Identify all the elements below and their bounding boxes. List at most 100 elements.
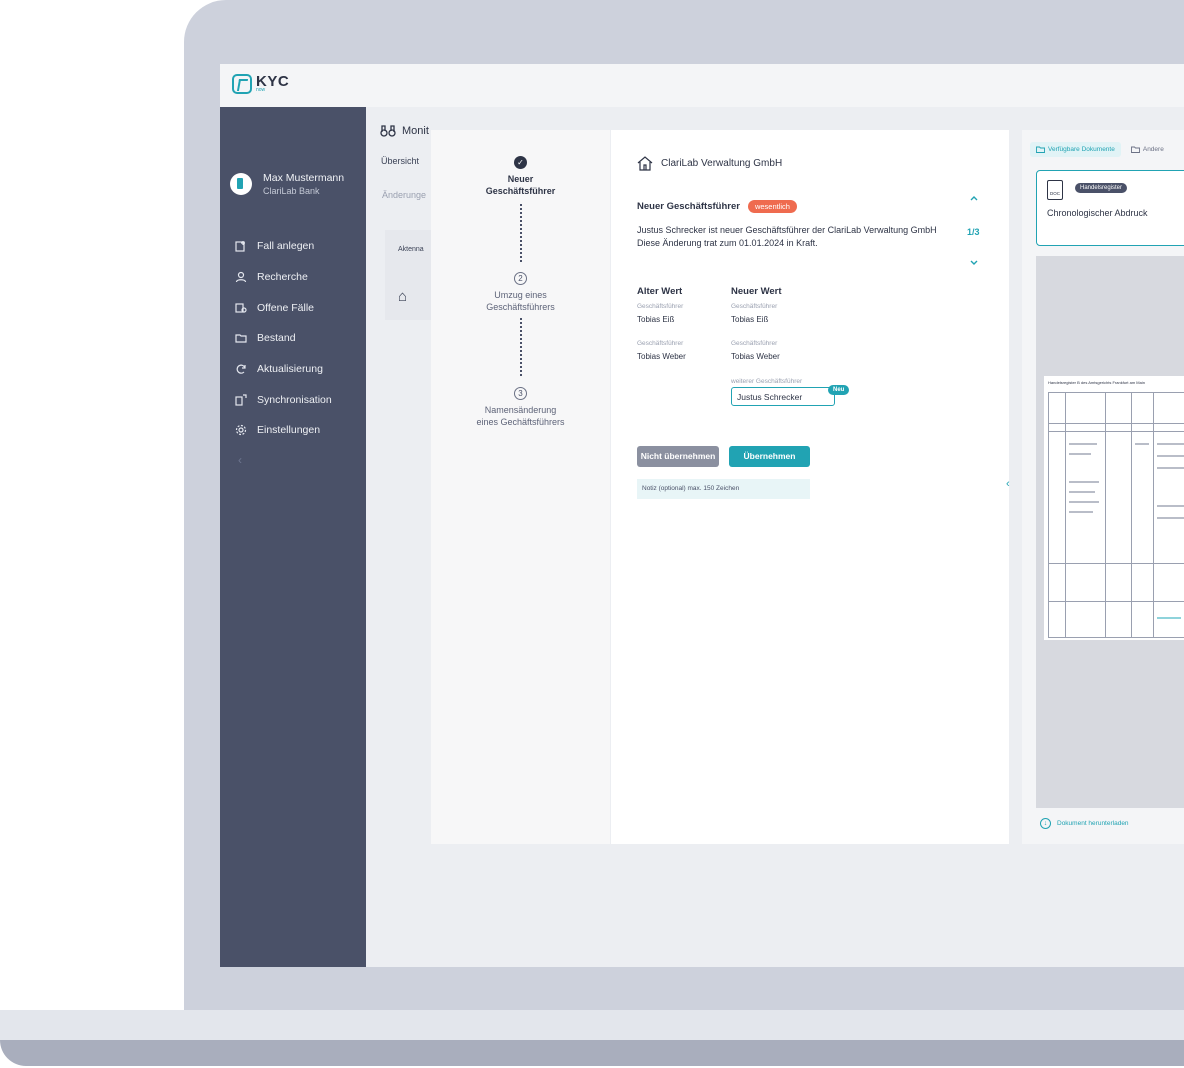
folder-icon	[1130, 146, 1140, 153]
text-line	[1069, 501, 1099, 503]
step-label-line: eines Gechäftsführers	[476, 417, 565, 427]
sidebar-item-synchronisation[interactable]: Synchronisation	[234, 384, 332, 415]
tab-available-documents[interactable]: Verfügbare Dokumente	[1030, 142, 1121, 157]
tab-other-documents[interactable]: Andere	[1130, 142, 1164, 157]
step-label: Neuer Geschäftsführer	[431, 173, 610, 197]
company-name: ClariLab Verwaltung GmbH	[661, 158, 783, 169]
chevron-down-icon[interactable]	[970, 258, 978, 269]
gear-icon	[234, 423, 248, 437]
new-manager-input[interactable]: Justus Schrecker	[731, 387, 835, 406]
app-screen: KYC now Max Mustermann ClariLab Bank Fal…	[220, 64, 1184, 967]
user-name: Max Mustermann	[263, 172, 345, 184]
text-line	[1157, 443, 1184, 445]
user-profile[interactable]: Max Mustermann ClariLab Bank	[230, 172, 344, 196]
old-values: Alter Wert Geschäftsführer Tobias Eiß Ge…	[637, 286, 727, 377]
sidebar-item-label: Fall anlegen	[257, 240, 315, 253]
chevron-left-icon[interactable]: ‹	[1006, 478, 1010, 490]
accept-button[interactable]: Übernehmen	[729, 446, 810, 467]
sidebar-item-aktualisierung[interactable]: Aktualisierung	[234, 354, 332, 385]
change-pager: 1/3	[967, 227, 980, 237]
background-column-header: Aktenna	[398, 246, 424, 253]
step-1[interactable]: ✓ Neuer Geschäftsführer	[431, 156, 610, 197]
tab-changes[interactable]: Änderunge	[382, 190, 426, 200]
field-value: Tobias Weber	[731, 352, 780, 361]
chevron-left-icon[interactable]: ‹	[238, 453, 242, 467]
new-values: Neuer Wert Geschäftsführer Tobias Eiß Ge…	[731, 286, 821, 377]
sidebar-item-recherche[interactable]: Recherche	[234, 262, 332, 293]
sidebar-item-label: Einstellungen	[257, 424, 321, 437]
text-line	[1157, 517, 1184, 519]
table-line	[1049, 431, 1184, 432]
background-title: Monit	[380, 124, 429, 137]
highlight-line	[1157, 617, 1181, 619]
sidebar-item-label: Recherche	[257, 271, 308, 284]
new-values-header: Neuer Wert	[731, 286, 782, 297]
laptop-base-edge	[0, 1040, 1184, 1066]
sidebar-item-einstellungen[interactable]: Einstellungen	[234, 415, 332, 446]
text-line	[1069, 481, 1099, 483]
chevron-up-icon[interactable]	[970, 193, 978, 204]
text-line	[1135, 443, 1149, 445]
field-label: Geschäftsführer	[731, 303, 778, 310]
doc-file-icon: DOC	[1047, 180, 1063, 200]
document-preview: Handelsregister B des Amtsgerichts Frank…	[1036, 256, 1184, 808]
field-label: Geschäftsführer	[637, 303, 684, 310]
text-line	[1069, 443, 1097, 445]
sidebar-item-label: Offene Fälle	[257, 301, 315, 314]
change-detail-panel: ClariLab Verwaltung GmbH Neuer Geschäfts…	[611, 130, 1009, 844]
document-card[interactable]: DOC Handelsregister Chronologischer Abdr…	[1036, 170, 1184, 246]
table-line	[1049, 563, 1184, 564]
tab-overview[interactable]: Übersicht	[381, 156, 419, 166]
document-page-title: Handelsregister B des Amtsgerichts Frank…	[1048, 380, 1145, 385]
new-manager-field: weiterer Geschäftsführer Justus Schrecke…	[731, 378, 850, 406]
change-title: Neuer Geschäftsführer wesentlich	[637, 200, 797, 213]
text-line	[1069, 453, 1091, 455]
download-icon: ↓	[1040, 818, 1051, 829]
sidebar-item-fall-anlegen[interactable]: Fall anlegen	[234, 231, 332, 262]
topbar: KYC now	[220, 64, 1184, 107]
field-label: Geschäftsführer	[637, 340, 684, 347]
logo[interactable]: KYC now	[232, 74, 289, 94]
sidebar-item-label: Bestand	[257, 332, 296, 345]
status-badge: wesentlich	[747, 200, 797, 213]
document-title: Chronologischer Abdruck	[1047, 208, 1148, 218]
check-icon: ✓	[514, 156, 527, 169]
sync-icon	[234, 393, 248, 407]
text-line	[1069, 491, 1095, 493]
document-table	[1048, 392, 1184, 638]
sidebar-item-offene-faelle[interactable]: Offene Fälle	[234, 292, 332, 323]
step-label-line: Neuer	[507, 174, 534, 184]
avatar	[230, 173, 252, 195]
folder-icon	[1036, 146, 1045, 153]
step-label-line: Geschäftsführer	[485, 186, 556, 196]
step-connector	[520, 204, 522, 262]
new-badge: Neu	[828, 385, 850, 395]
refresh-icon	[234, 362, 248, 376]
kyc-logo-icon	[232, 74, 252, 94]
step-label-line: Namensänderung	[484, 405, 557, 415]
add-case-icon	[234, 239, 248, 253]
document-page: Handelsregister B des Amtsgerichts Frank…	[1044, 376, 1184, 640]
download-link[interactable]: ↓ Dokument herunterladen	[1040, 818, 1129, 829]
company-header: ClariLab Verwaltung GmbH	[637, 156, 782, 171]
reject-button[interactable]: Nicht übernehmen	[637, 446, 719, 467]
documents-tabs: Verfügbare Dokumente Andere	[1030, 142, 1164, 157]
field-value: Tobias Weber	[637, 352, 686, 361]
tab-label: Verfügbare Dokumente	[1048, 146, 1115, 153]
note-input[interactable]: Notiz (optional) max. 150 Zeichen	[637, 479, 810, 499]
sidebar-item-label: Aktualisierung	[257, 363, 323, 376]
folder-icon	[234, 331, 248, 345]
text-line	[1157, 467, 1184, 469]
field-value: Tobias Eiß	[731, 315, 769, 324]
table-line	[1049, 601, 1184, 602]
house-icon: ⌂	[398, 288, 408, 305]
field-value: Tobias Eiß	[637, 315, 675, 324]
documents-panel: Verfügbare Dokumente Andere DOC Handelsr…	[1022, 130, 1184, 844]
step-2[interactable]: 2 Umzug eines Geschäftsführers	[431, 272, 610, 313]
table-line	[1049, 423, 1184, 424]
sidebar: Max Mustermann ClariLab Bank Fall anlege…	[220, 107, 366, 967]
step-3[interactable]: 3 Namensänderung eines Gechäftsführers	[431, 387, 610, 428]
sidebar-item-bestand[interactable]: Bestand	[234, 323, 332, 354]
text-line	[1157, 455, 1184, 457]
step-number: 2	[514, 272, 527, 285]
